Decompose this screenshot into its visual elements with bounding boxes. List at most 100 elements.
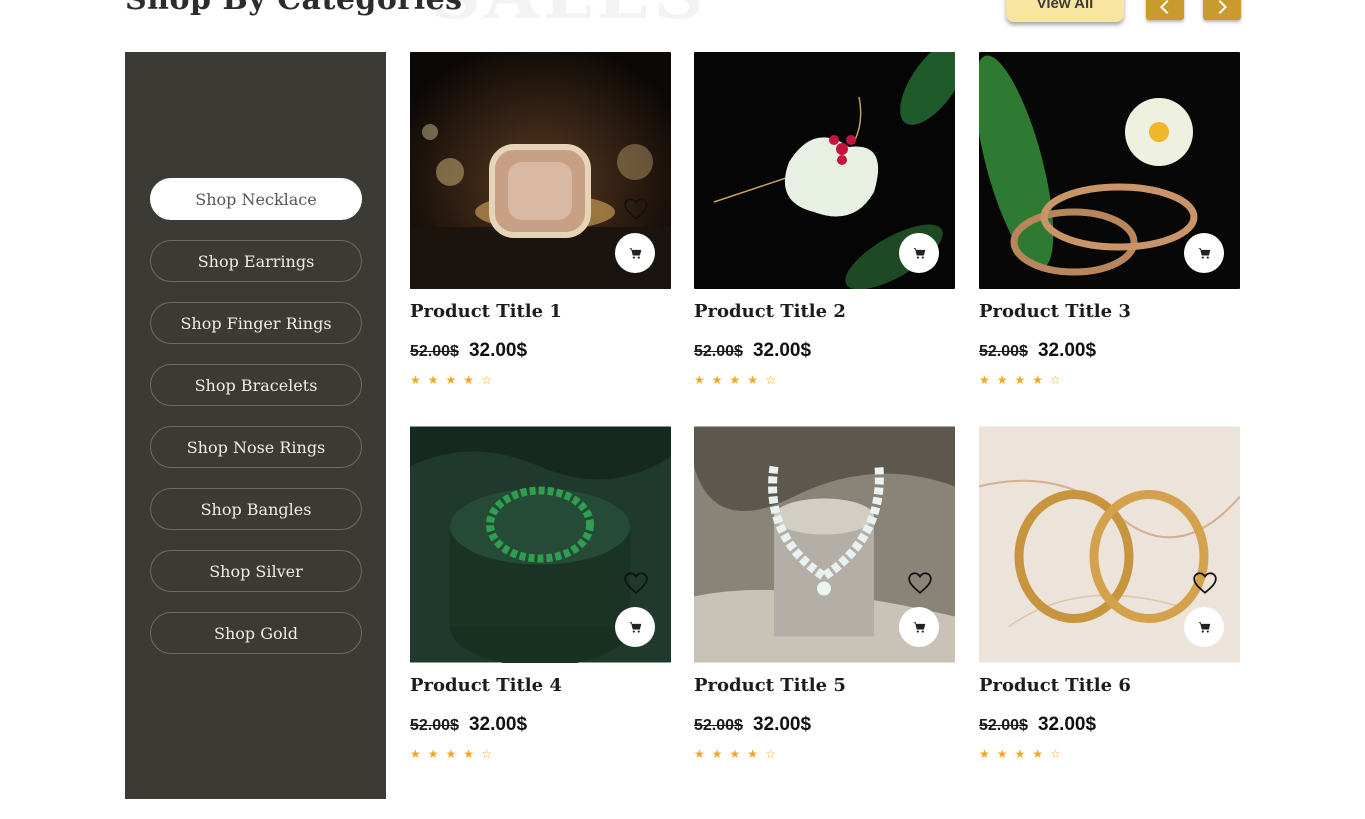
add-to-cart-button[interactable] [899,233,939,273]
star-filled-icon: ★ [996,373,1008,387]
category-sidebar: Shop Necklace Shop Earrings Shop Finger … [125,52,386,799]
rating-stars: ★ ★ ★ ★ ☆ [410,374,671,386]
star-filled-icon: ★ [694,747,705,761]
star-empty-icon: ☆ [1050,747,1061,761]
cart-icon [913,621,925,633]
heart-icon[interactable] [623,570,649,596]
product-title[interactable]: Product Title 1 [410,301,671,322]
star-filled-icon: ★ [463,747,475,761]
rating-stars: ★ ★ ★ ★ ☆ [694,374,955,386]
star-filled-icon: ★ [694,373,705,387]
star-filled-icon: ★ [711,373,723,387]
price-row: 52.00$ 32.00$ [410,340,671,362]
star-filled-icon: ★ [427,747,439,761]
category-necklace[interactable]: Shop Necklace [150,178,362,220]
cart-icon [1198,621,1210,633]
old-price: 52.00$ [410,717,459,734]
view-all-button[interactable]: View All [1006,0,1124,22]
cart-icon [913,247,925,259]
category-finger-rings[interactable]: Shop Finger Rings [150,302,362,344]
star-filled-icon: ★ [410,373,421,387]
old-price: 52.00$ [410,343,459,360]
rating-stars: ★ ★ ★ ★ ☆ [979,374,1240,386]
category-bracelets[interactable]: Shop Bracelets [150,364,362,406]
star-filled-icon: ★ [729,747,741,761]
star-empty-icon: ☆ [765,747,776,761]
sale-price: 32.00$ [1037,714,1097,735]
old-price: 52.00$ [694,717,743,734]
ghost-heading: SALES [430,0,708,35]
product-title[interactable]: Product Title 6 [979,675,1240,696]
product-card[interactable]: Product Title 4 52.00$ 32.00$ ★ ★ ★ ★ ☆ [410,426,671,760]
add-to-cart-button[interactable] [615,233,655,273]
product-image[interactable] [410,426,671,663]
product-title[interactable]: Product Title 2 [694,301,955,322]
product-card[interactable]: Product Title 6 52.00$ 32.00$ ★ ★ ★ ★ ☆ [979,426,1240,760]
star-filled-icon: ★ [1014,747,1026,761]
add-to-cart-button[interactable] [1184,233,1224,273]
product-image[interactable] [694,426,955,663]
star-empty-icon: ☆ [481,373,492,387]
price-row: 52.00$ 32.00$ [979,340,1240,362]
prev-button[interactable] [1146,0,1184,20]
product-title[interactable]: Product Title 5 [694,675,955,696]
product-card[interactable]: Product Title 1 52.00$ 32.00$ ★ ★ ★ ★ ☆ [410,52,671,386]
star-filled-icon: ★ [463,373,475,387]
star-filled-icon: ★ [1032,747,1044,761]
star-filled-icon: ★ [1032,373,1044,387]
rating-stars: ★ ★ ★ ★ ☆ [410,748,671,760]
next-button[interactable] [1203,0,1241,20]
product-title[interactable]: Product Title 4 [410,675,671,696]
star-filled-icon: ★ [1014,373,1026,387]
add-to-cart-button[interactable] [1184,607,1224,647]
product-image[interactable] [694,52,955,289]
category-gold[interactable]: Shop Gold [150,612,362,654]
star-filled-icon: ★ [427,373,439,387]
product-image[interactable] [410,52,671,289]
star-empty-icon: ☆ [481,747,492,761]
category-earrings[interactable]: Shop Earrings [150,240,362,282]
star-filled-icon: ★ [445,747,457,761]
star-filled-icon: ★ [979,747,990,761]
star-filled-icon: ★ [711,747,723,761]
sale-price: 32.00$ [752,714,812,735]
star-empty-icon: ☆ [1050,373,1061,387]
category-silver[interactable]: Shop Silver [150,550,362,592]
sale-price: 32.00$ [1037,340,1097,361]
product-card[interactable]: Product Title 2 52.00$ 32.00$ ★ ★ ★ ★ ☆ [694,52,955,386]
chevron-left-icon [1159,0,1169,15]
star-empty-icon: ☆ [765,373,776,387]
section-title: Shop By Categories [125,0,463,17]
price-row: 52.00$ 32.00$ [979,714,1240,736]
price-row: 52.00$ 32.00$ [410,714,671,736]
cart-icon [629,247,641,259]
star-filled-icon: ★ [410,747,421,761]
category-nose-rings[interactable]: Shop Nose Rings [150,426,362,468]
chevron-right-icon [1218,0,1228,15]
add-to-cart-button[interactable] [899,607,939,647]
product-image[interactable] [979,426,1240,663]
heart-icon[interactable] [1192,570,1218,596]
product-card[interactable]: Product Title 5 52.00$ 32.00$ ★ ★ ★ ★ ☆ [694,426,955,760]
old-price: 52.00$ [694,343,743,360]
price-row: 52.00$ 32.00$ [694,714,955,736]
cart-icon [629,621,641,633]
sale-price: 32.00$ [752,340,812,361]
product-card[interactable]: Product Title 3 52.00$ 32.00$ ★ ★ ★ ★ ☆ [979,52,1240,386]
old-price: 52.00$ [979,717,1028,734]
heart-icon[interactable] [907,570,933,596]
star-filled-icon: ★ [729,373,741,387]
price-row: 52.00$ 32.00$ [694,340,955,362]
star-filled-icon: ★ [445,373,457,387]
product-image[interactable] [979,52,1240,289]
category-bangles[interactable]: Shop Bangles [150,488,362,530]
cart-icon [1198,247,1210,259]
star-filled-icon: ★ [747,373,759,387]
heart-icon[interactable] [623,196,649,222]
sale-price: 32.00$ [468,714,528,735]
star-filled-icon: ★ [747,747,759,761]
old-price: 52.00$ [979,343,1028,360]
rating-stars: ★ ★ ★ ★ ☆ [694,748,955,760]
product-title[interactable]: Product Title 3 [979,301,1240,322]
add-to-cart-button[interactable] [615,607,655,647]
